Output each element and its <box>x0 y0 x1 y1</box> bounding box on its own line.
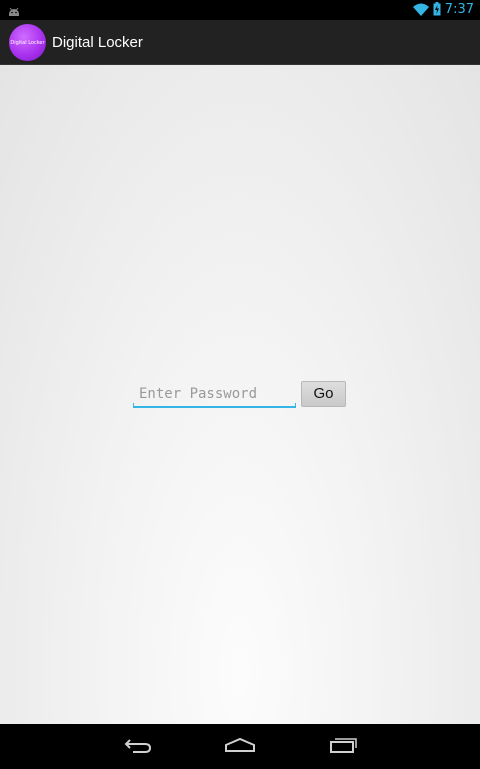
back-button[interactable] <box>108 724 168 769</box>
go-button[interactable]: Go <box>301 381 346 407</box>
recent-apps-button[interactable] <box>313 724 373 769</box>
battery-charging-icon <box>433 1 441 20</box>
status-bar: 7:37 <box>0 0 480 20</box>
home-icon <box>224 737 256 757</box>
android-debug-icon <box>7 3 21 16</box>
app-logo-text: Digital Locker <box>10 39 45 46</box>
recent-apps-icon <box>329 737 357 757</box>
password-field[interactable] <box>133 382 296 408</box>
app-logo[interactable]: Digital Locker <box>9 24 46 61</box>
wifi-icon <box>412 1 429 20</box>
back-icon <box>123 737 153 757</box>
home-button[interactable] <box>210 724 270 769</box>
action-bar: Digital Locker Digital Locker <box>0 20 480 65</box>
password-underline <box>133 403 296 408</box>
main-content: Go <box>0 65 480 724</box>
password-input[interactable] <box>133 382 296 406</box>
app-title: Digital Locker <box>52 34 143 51</box>
status-time: 7:37 <box>444 2 474 17</box>
status-icons: 7:37 <box>412 0 474 20</box>
navigation-bar <box>0 724 480 769</box>
